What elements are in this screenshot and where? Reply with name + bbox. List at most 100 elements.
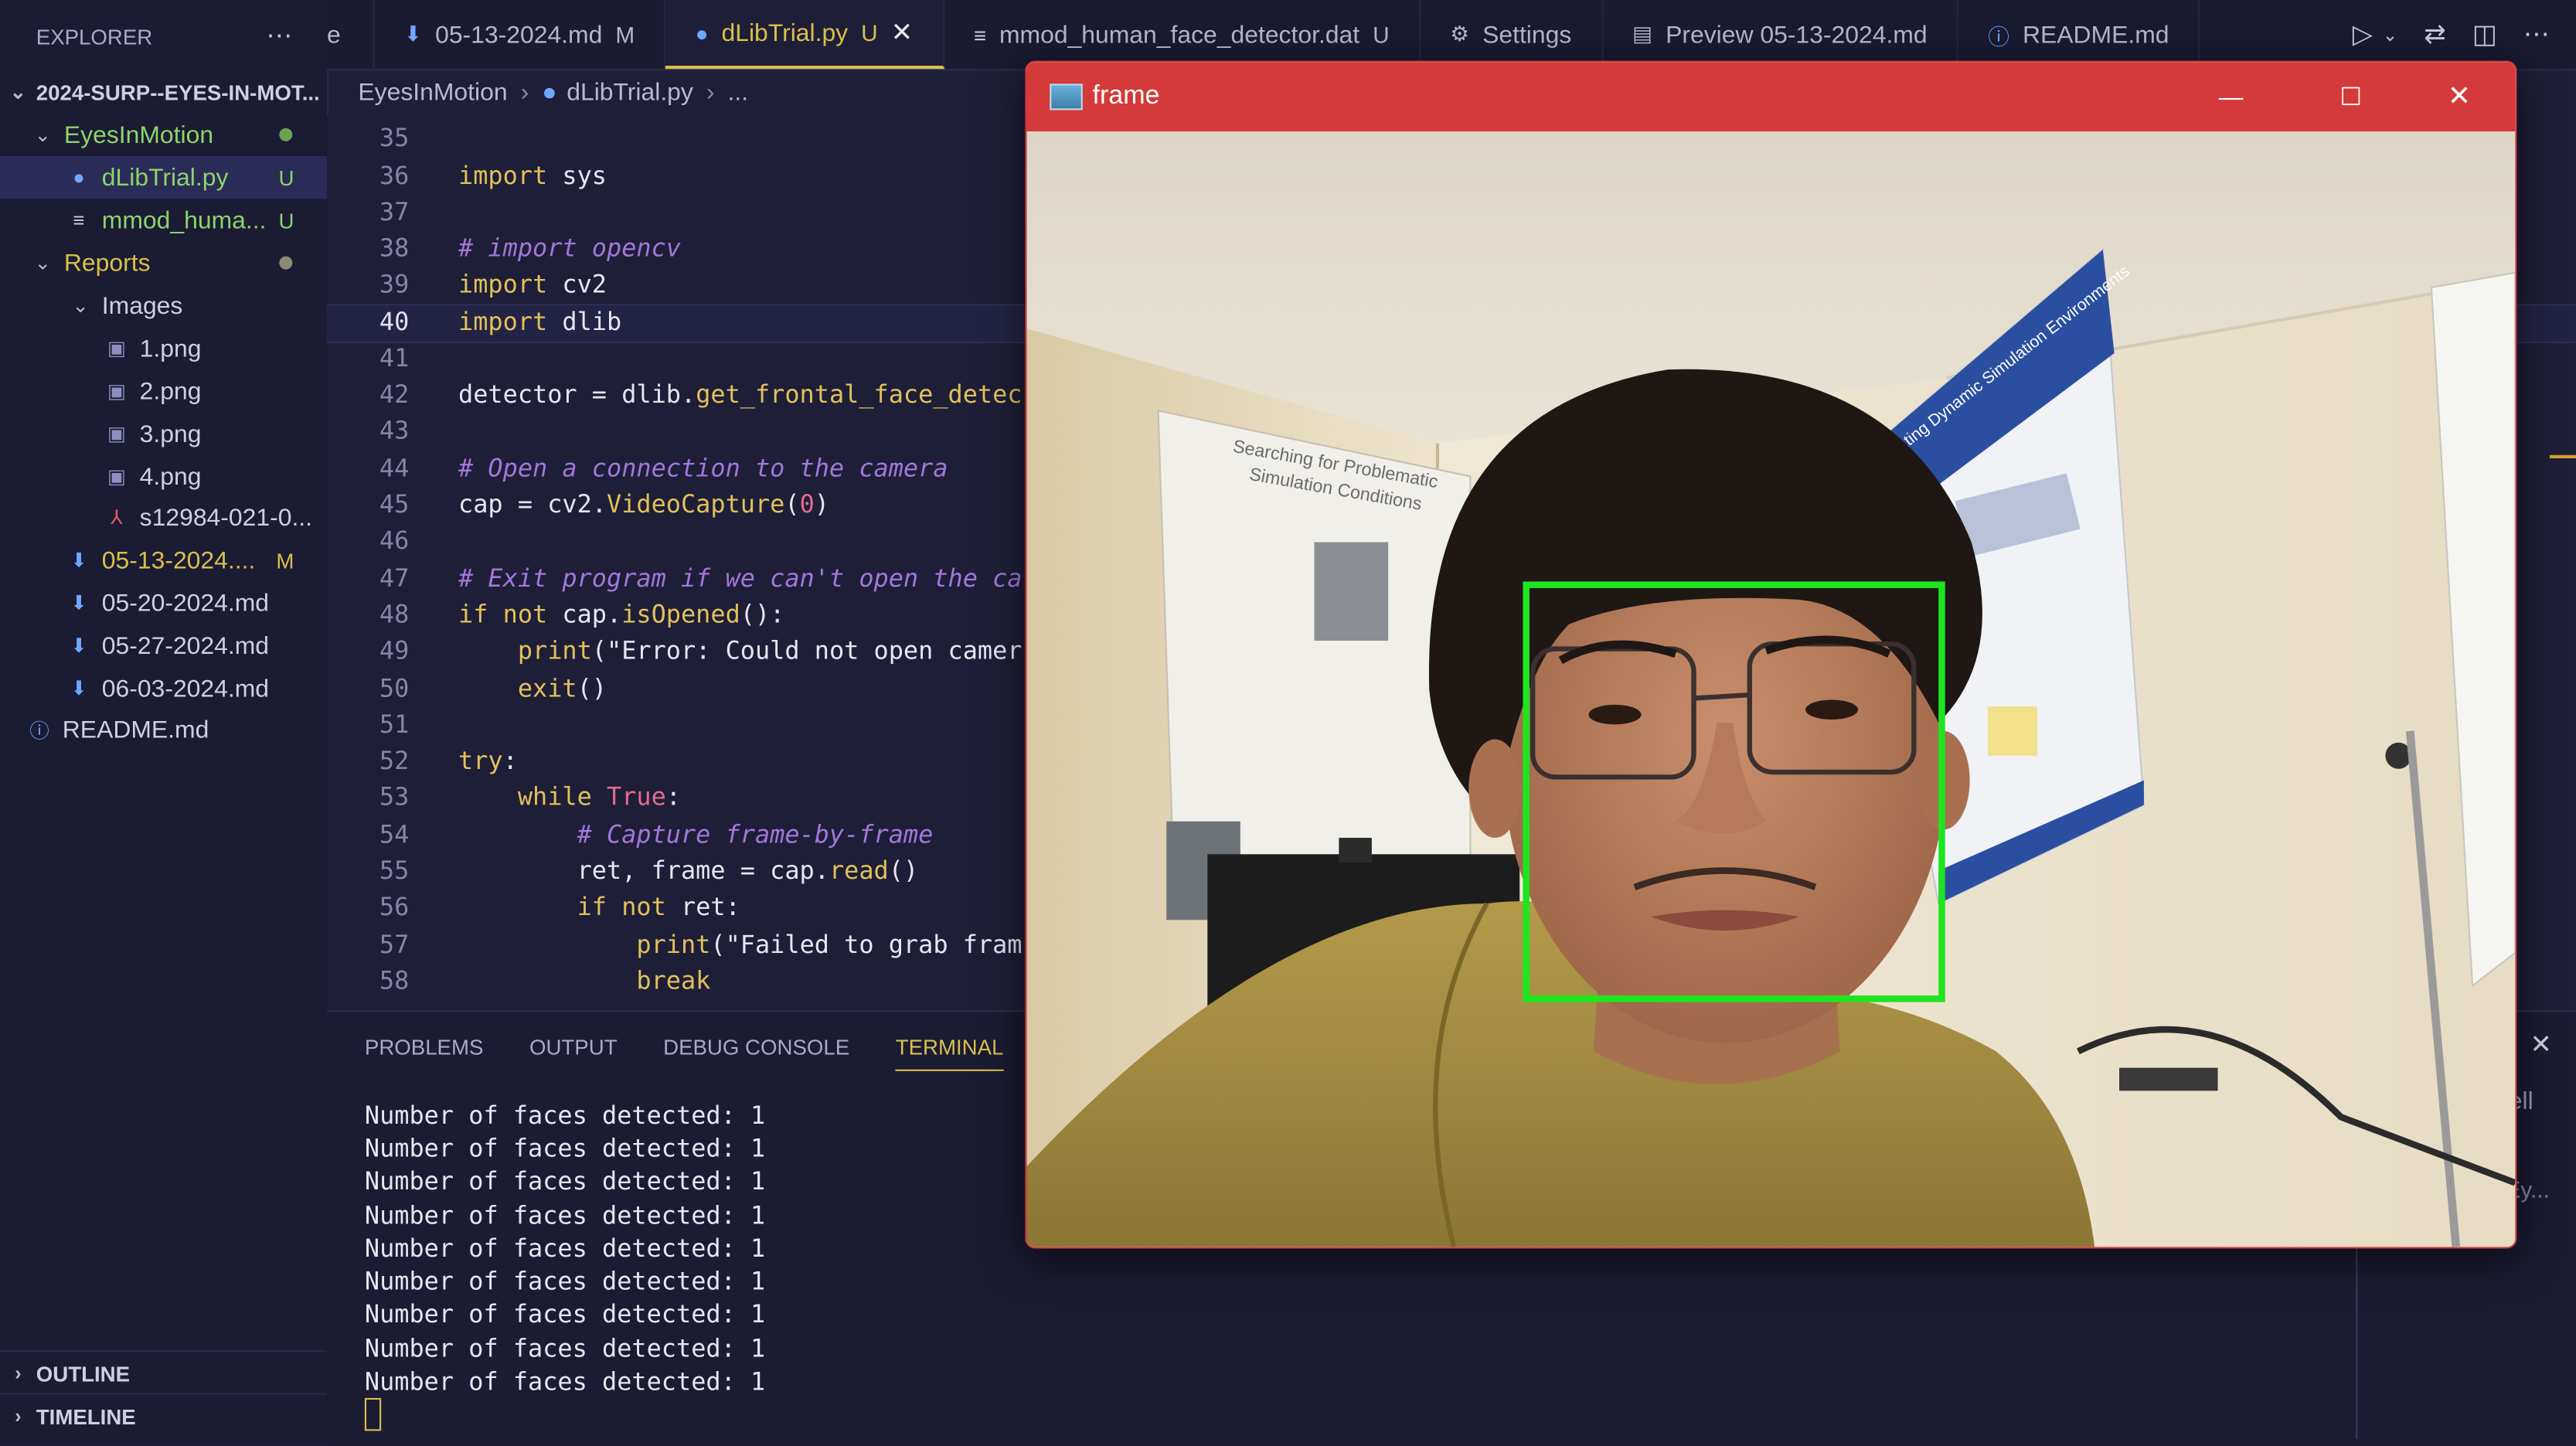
terminal-line: Number of faces detected: 1	[364, 1366, 766, 1397]
tab-partial[interactable]: e	[326, 0, 375, 70]
settings-sliders-icon: ⚙	[1450, 21, 1470, 46]
tree-item-0520[interactable]: ⬇ 05-20-2024.md	[0, 581, 327, 624]
python-file-icon: ●	[73, 165, 85, 189]
tree-item-3png[interactable]: ▣ 3.png	[0, 413, 327, 455]
timeline-label: TIMELINE	[36, 1403, 136, 1429]
tree-item-4png[interactable]: ▣ 4.png	[0, 455, 327, 498]
close-icon[interactable]: ✕	[891, 16, 913, 49]
outline-section[interactable]: › OUTLINE	[0, 1350, 327, 1394]
tree-item-mmod[interactable]: ≡ mmod_huma... U	[0, 199, 327, 241]
tree-item-2png[interactable]: ▣ 2.png	[0, 369, 327, 412]
code-line: # Exit program if we can't open the ca	[458, 563, 1023, 594]
window-app-icon	[1050, 83, 1083, 111]
text-file-icon: ≡	[973, 22, 986, 47]
pdf-file-icon: ⅄	[111, 505, 123, 529]
editor-actions: ▷ ⌄ ⇄ ◫ ⋯	[2353, 0, 2550, 69]
tab-output[interactable]: OUTPUT	[529, 1035, 618, 1071]
breadcrumb-item[interactable]: ...	[728, 78, 749, 106]
ellipsis-icon[interactable]: ⋯	[266, 20, 294, 53]
git-badge: U	[278, 207, 294, 233]
tree-item-reports[interactable]: ⌄ Reports	[0, 241, 327, 284]
terminal-line: Number of faces detected: 1	[364, 1133, 766, 1163]
tab-terminal[interactable]: TERMINAL	[895, 1035, 1004, 1071]
more-actions-icon[interactable]: ⋯	[2523, 18, 2550, 51]
run-icon[interactable]: ▷	[2353, 18, 2373, 51]
tree-item-label: 05-27-2024.md	[101, 631, 270, 660]
chevron-down-icon: ⌄	[9, 80, 27, 104]
frame-window[interactable]: frame — ☐ ✕ Searching for Problematic Si…	[1025, 60, 2517, 1249]
tree-item-0527[interactable]: ⬇ 05-27-2024.md	[0, 624, 327, 667]
chevron-right-icon: ›	[520, 77, 529, 107]
tree-item-label: Reports	[63, 249, 151, 277]
split-editor-icon[interactable]: ◫	[2472, 18, 2497, 51]
text-file-icon: ≡	[73, 208, 85, 232]
terminal-line: Number of faces detected: 1	[364, 1233, 766, 1264]
tab-label: mmod_human_face_detector.dat	[999, 20, 1360, 49]
tab-problems[interactable]: PROBLEMS	[365, 1035, 484, 1071]
line-number: 57	[379, 930, 410, 960]
maximize-icon[interactable]: ☐	[2313, 63, 2389, 131]
chevron-down-icon: ⌄	[34, 251, 51, 274]
tree-item-eyesinmotion[interactable]: ⌄ EyesInMotion	[0, 114, 327, 156]
line-number: 38	[379, 233, 410, 264]
tree-item-label: 2.png	[139, 376, 202, 405]
code-line: if not cap.isOpened():	[458, 599, 785, 630]
line-number: 49	[379, 635, 410, 665]
line-number: 47	[379, 563, 410, 594]
tab-0513[interactable]: ⬇ 05-13-2024.md M	[375, 0, 666, 70]
tree-item-0513[interactable]: ⬇ 05-13-2024.... M	[0, 539, 327, 581]
git-badge: U	[861, 19, 878, 46]
tab-label: e	[326, 20, 341, 49]
minimap-marker	[2549, 454, 2576, 459]
terminal-line: Number of faces detected: 1	[364, 1266, 766, 1297]
markdown-file-icon: ⬇	[70, 591, 87, 614]
workspace-root[interactable]: ⌄ 2024-SURP--EYES-IN-MOT...	[0, 70, 327, 113]
line-number: 43	[379, 415, 410, 446]
line-number: 40	[379, 307, 410, 337]
tree-item-dlibtrial[interactable]: ● dLibTrial.py U	[0, 155, 327, 199]
compare-changes-icon[interactable]: ⇄	[2424, 18, 2445, 51]
minimize-icon[interactable]: —	[2193, 63, 2269, 131]
close-panel-icon[interactable]: ✕	[2530, 1029, 2551, 1062]
code-line: # Open a connection to the camera	[458, 453, 948, 483]
line-number: 42	[379, 379, 410, 410]
tab-settings[interactable]: ⚙ Settings	[1421, 0, 1603, 70]
code-line: # Capture frame-by-frame	[458, 819, 934, 849]
sticky-note	[1987, 706, 2037, 756]
tab-label: Preview 05-13-2024.md	[1666, 20, 1928, 49]
line-number: 39	[379, 269, 410, 299]
preview-icon: ▤	[1632, 21, 1653, 46]
frame-title-bar[interactable]: frame — ☐ ✕	[1026, 62, 2516, 132]
tree-item-pdf[interactable]: ⅄ s12984-021-0...	[0, 496, 327, 539]
tab-preview[interactable]: ▤ Preview 05-13-2024.md	[1603, 0, 1959, 70]
python-file-icon: ●	[542, 77, 557, 107]
line-number: 36	[379, 161, 410, 191]
tree-item-images[interactable]: ⌄ Images	[0, 284, 327, 327]
close-icon[interactable]: ✕	[2421, 63, 2497, 131]
tree-item-label: README.md	[62, 715, 209, 743]
tab-debug-console[interactable]: DEBUG CONSOLE	[663, 1035, 849, 1071]
tree-item-0603[interactable]: ⬇ 06-03-2024.md	[0, 667, 327, 709]
window-title: frame	[1092, 82, 1160, 111]
modified-dot	[279, 128, 293, 141]
outline-label: OUTLINE	[36, 1361, 131, 1386]
breadcrumb-item[interactable]: dLibTrial.py	[567, 78, 693, 106]
line-number: 58	[379, 965, 410, 996]
timeline-section[interactable]: › TIMELINE	[0, 1393, 327, 1437]
line-number: 44	[379, 453, 410, 483]
breadcrumb-item[interactable]: EyesInMotion	[358, 78, 507, 106]
tree-item-1png[interactable]: ▣ 1.png	[0, 327, 327, 369]
line-number: 41	[379, 343, 410, 373]
tree-item-readme[interactable]: ⓘ README.md	[0, 708, 327, 750]
terminal-line: Number of faces detected: 1	[364, 1200, 766, 1231]
tab-dlibtrial[interactable]: ● dLibTrial.py U ✕	[665, 0, 944, 70]
line-number: 35	[379, 123, 410, 153]
tab-label: 05-13-2024.md	[435, 20, 603, 49]
chevron-down-icon[interactable]: ⌄	[2383, 24, 2398, 46]
panel-divider	[2356, 1241, 2358, 1440]
tab-mmod[interactable]: ≡ mmod_human_face_detector.dat U	[944, 0, 1421, 70]
image-file-icon: ▣	[107, 464, 126, 488]
tab-readme[interactable]: ⓘ README.md	[1958, 0, 2200, 70]
explorer-header: EXPLORER ⋯	[0, 0, 327, 73]
code-line: if not ret:	[458, 892, 740, 922]
